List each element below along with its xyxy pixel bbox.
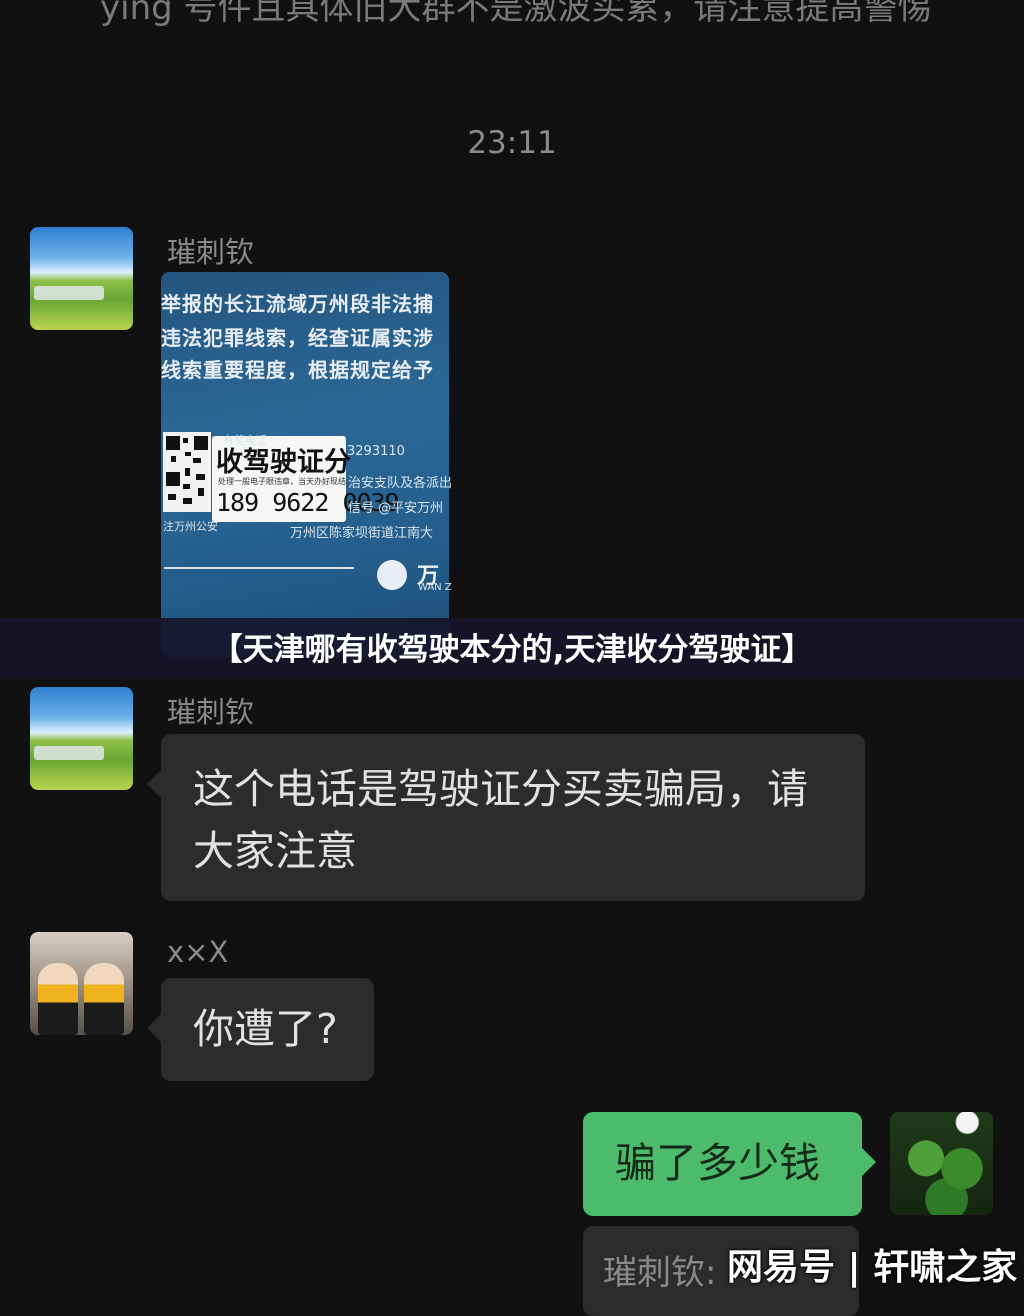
message-text: 你遭了? [193, 1005, 338, 1053]
message-bubble[interactable]: 这个电话是驾驶证分买卖骗局，请大家注意 [147, 734, 865, 901]
previous-message-text: ying 号件且具体旧大群不是激波买累，请注意提高警惕 [100, 0, 932, 28]
police-badge-icon [377, 560, 407, 590]
photo-side-text: 注万州公安 [163, 520, 218, 533]
watermark: 网易号 | 轩啸之家 [727, 1247, 1018, 1288]
quote-text: 璀刺钦: [603, 1253, 717, 1293]
photo-side-text: 万州区陈家坝街道江南大 [290, 526, 434, 541]
contact-avatar[interactable] [30, 227, 133, 330]
sender-name: 璀刺钦 [167, 235, 255, 269]
message-text: 骗了多少钱 [615, 1139, 820, 1187]
sticker-ad: 收驾驶证分 处理一般电子眼违章，当天办好现结 189 9622 0039 [212, 436, 400, 522]
own-message-bubble[interactable]: 骗了多少钱 [583, 1112, 876, 1216]
photo-logo-subtext: WAN Z [418, 582, 452, 593]
own-avatar[interactable] [890, 1112, 993, 1215]
contact-avatar[interactable] [30, 932, 133, 1035]
photo-side-text: 治安支队及各派出 [348, 476, 453, 491]
photo-side-text: 有奖电话 [223, 434, 267, 447]
banner-title: 【天津哪有收驾驶本分的,天津收分驾驶证】 [211, 632, 813, 668]
sticker-subtitle: 处理一般电子眼违章，当天办好现结 [218, 477, 346, 486]
contact-avatar[interactable] [30, 687, 133, 790]
sender-name: 璀刺钦 [167, 695, 255, 729]
photo-divider [164, 567, 354, 569]
photo-text-line: 违法犯罪线索，经查证属实涉 [161, 326, 434, 350]
qr-code-icon [163, 432, 211, 512]
photo-text-line: 举报的长江流域万州段非法捕 [161, 292, 434, 316]
message-text: 这个电话是驾驶证分买卖骗局，请大家注意 [193, 765, 808, 875]
message-timestamp: 23:11 [467, 125, 557, 161]
photo-text-line: 线索重要程度，根据规定给予 [161, 358, 434, 382]
photo-side-text: 信号 @平安万州 [348, 501, 444, 516]
message-bubble[interactable]: 你遭了? [147, 978, 374, 1081]
photo-side-text: 3293110 [347, 444, 405, 459]
sender-name: x×X [167, 935, 229, 969]
